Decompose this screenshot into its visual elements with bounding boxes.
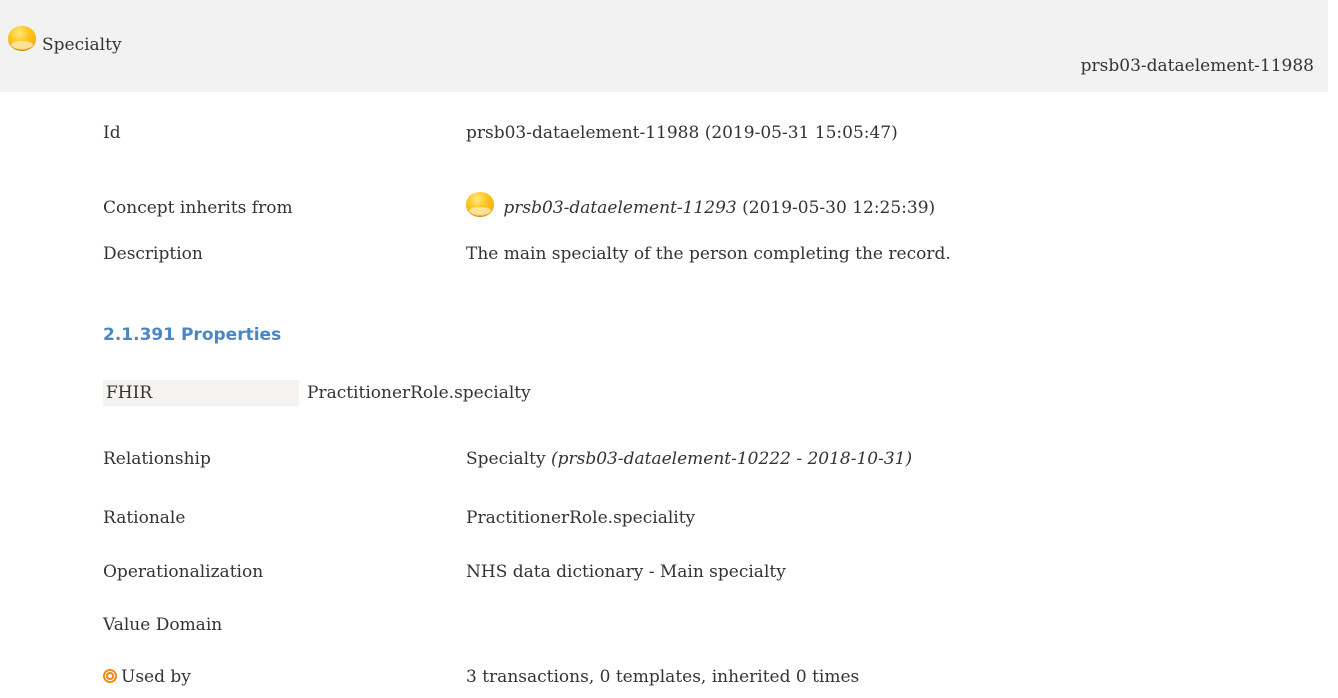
inherits-orb-icon — [466, 192, 494, 216]
concept-title-group: Specialty — [8, 21, 122, 55]
rationale-label: Rationale — [103, 508, 186, 528]
relationship-ref: (prsb03-dataelement-10222 - 2018-10-31) — [550, 449, 913, 469]
rationale-value: PractitionerRole.speciality — [466, 508, 696, 528]
used-by-value: 3 transactions, 0 templates, inherited 0… — [466, 667, 860, 687]
id-label: Id — [103, 123, 121, 143]
fhir-label: FHIR — [103, 380, 299, 406]
inherits-label: Concept inherits from — [103, 198, 293, 218]
operationalization-value: NHS data dictionary - Main specialty — [466, 562, 786, 582]
inherits-value: prsb03-dataelement-11293 (2019-05-30 12:… — [466, 192, 935, 218]
properties-heading: 2.1.391 Properties — [103, 325, 282, 345]
relationship-name: Specialty — [466, 449, 546, 469]
concept-title: Specialty — [42, 35, 122, 55]
relationship-row: Relationship Specialty (prsb03-dataeleme… — [103, 449, 912, 469]
used-by-label-group: Used by — [103, 667, 466, 687]
description-label: Description — [103, 244, 203, 264]
concept-orb-icon — [8, 26, 36, 50]
id-row: Id prsb03-dataelement-11988 (2019-05-31 … — [103, 123, 898, 143]
target-icon — [103, 669, 117, 683]
relationship-value: Specialty (prsb03-dataelement-10222 - 20… — [466, 449, 912, 469]
operationalization-row: Operationalization NHS data dictionary -… — [103, 562, 786, 582]
description-value: The main specialty of the person complet… — [466, 244, 951, 264]
inherits-ref-link[interactable]: prsb03-dataelement-11293 — [503, 198, 736, 218]
value-domain-label: Value Domain — [103, 615, 223, 635]
operationalization-label: Operationalization — [103, 562, 264, 582]
inherits-row: Concept inherits from prsb03-dataelement… — [103, 172, 935, 218]
concept-header: Specialty prsb03-dataelement-11988 — [0, 0, 1328, 92]
concept-id: prsb03-dataelement-11988 — [1080, 56, 1314, 76]
relationship-label: Relationship — [103, 449, 211, 469]
used-by-label: Used by — [121, 667, 191, 687]
id-value: prsb03-dataelement-11988 (2019-05-31 15:… — [466, 123, 898, 143]
fhir-value: PractitionerRole.specialty — [307, 383, 531, 403]
description-row: Description The main specialty of the pe… — [103, 244, 951, 264]
value-domain-row: Value Domain — [103, 615, 466, 635]
inherits-date: (2019-05-30 12:25:39) — [742, 198, 936, 218]
used-by-row: Used by 3 transactions, 0 templates, inh… — [103, 667, 859, 687]
fhir-row: FHIR PractitionerRole.specialty — [103, 380, 531, 406]
rationale-row: Rationale PractitionerRole.speciality — [103, 508, 695, 528]
